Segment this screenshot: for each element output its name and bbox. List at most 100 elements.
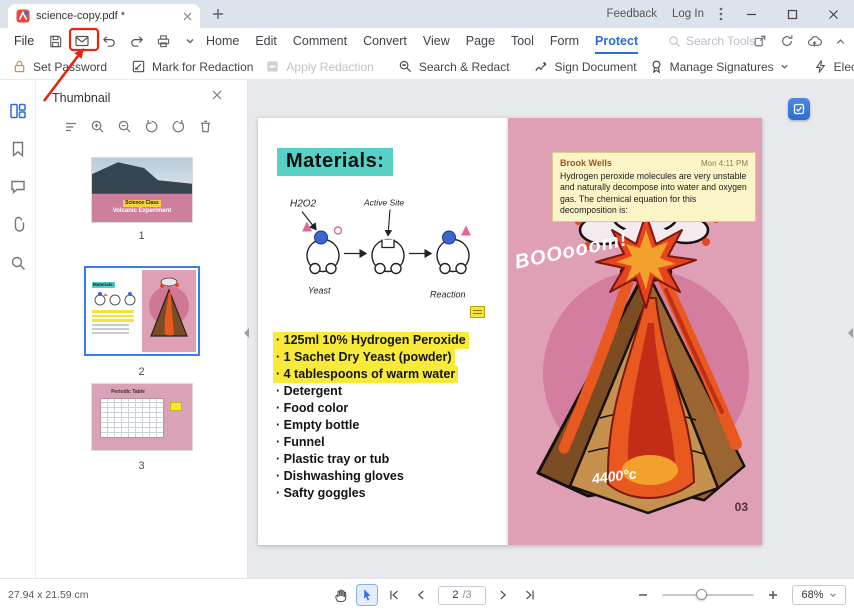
- zoom-level-dropdown[interactable]: 68%: [792, 585, 846, 605]
- tab-view[interactable]: View: [423, 28, 450, 54]
- floating-widget-icon[interactable]: [788, 98, 810, 120]
- attachment-icon[interactable]: [9, 216, 27, 234]
- mini-volcano-page: [142, 270, 196, 352]
- tab-home[interactable]: Home: [206, 28, 239, 54]
- collapse-ribbon-icon[interactable]: [835, 36, 846, 47]
- zoom-out-thumbnail-icon[interactable]: [116, 118, 133, 135]
- mark-for-redaction-button[interactable]: Mark for Redaction: [131, 59, 253, 74]
- more-menu-icon[interactable]: [719, 7, 723, 21]
- mini-text-line: [92, 324, 129, 326]
- document-page-right[interactable]: Brook Wells Mon 4:11 PM Hydrogen peroxid…: [508, 118, 762, 545]
- delete-page-icon[interactable]: [197, 118, 214, 135]
- page-number-input[interactable]: 2 /3: [438, 586, 486, 605]
- sidebar-rail: [0, 80, 36, 578]
- tab-edit[interactable]: Edit: [255, 28, 277, 54]
- print-icon[interactable]: [154, 32, 172, 50]
- titlebar: science-copy.pdf * Feedback Log In: [0, 0, 854, 28]
- collapse-right-panel-handle[interactable]: [845, 322, 854, 344]
- rotate-left-icon[interactable]: [143, 118, 160, 135]
- email-icon[interactable]: [73, 32, 91, 50]
- document-canvas[interactable]: Materials: H2O2: [248, 80, 854, 578]
- materials-list: · 125ml 10% Hydrogen Peroxide · 1 Sachet…: [276, 332, 501, 502]
- sign-document-button[interactable]: Sign Document: [534, 59, 637, 74]
- cloud-upload-icon[interactable]: [807, 34, 822, 49]
- page-thumbnail-2-selected[interactable]: Materials:: [84, 266, 200, 356]
- sticky-note-annotation-icon[interactable]: [470, 306, 485, 318]
- previous-page-icon[interactable]: [411, 585, 431, 605]
- materials-title: Materials:: [277, 148, 393, 176]
- undo-icon[interactable]: [100, 32, 118, 50]
- apply-redaction-icon: [265, 59, 280, 74]
- maximize-button[interactable]: [779, 0, 805, 28]
- rotate-right-icon[interactable]: [170, 118, 187, 135]
- file-menu[interactable]: File: [14, 28, 34, 54]
- close-tab-icon[interactable]: [183, 12, 192, 21]
- set-password-button[interactable]: Set Password: [12, 59, 107, 74]
- electronic-signature-button[interactable]: Elec: [813, 59, 854, 74]
- diagram-yeast-label: Yeast: [308, 286, 331, 296]
- apply-redaction-button[interactable]: Apply Redaction: [265, 59, 373, 74]
- tab-tool[interactable]: Tool: [511, 28, 534, 54]
- document-tab[interactable]: science-copy.pdf *: [8, 4, 200, 28]
- document-page-left[interactable]: Materials: H2O2: [258, 118, 508, 545]
- bookmarks-icon[interactable]: [9, 140, 27, 158]
- status-bar: 27.94 x 21.59 cm 2 /3: [0, 578, 854, 610]
- quick-access-toolbar: [46, 28, 199, 54]
- next-page-icon[interactable]: [493, 585, 513, 605]
- tab-form[interactable]: Form: [550, 28, 579, 54]
- page-thumbnail-1[interactable]: Science Class Volcanic Experiment: [92, 158, 192, 222]
- thumbnail-panel-icon[interactable]: [9, 102, 27, 120]
- close-panel-icon[interactable]: [212, 90, 222, 100]
- list-item: · Dishwashing gloves: [276, 468, 501, 485]
- cover-line2: Volcanic Experiment: [113, 208, 172, 215]
- total-pages: /3: [462, 589, 471, 601]
- list-item: · Detergent: [276, 383, 501, 400]
- search-panel-icon[interactable]: [9, 254, 27, 272]
- first-page-icon[interactable]: [384, 585, 404, 605]
- feedback-link[interactable]: Feedback: [607, 8, 658, 20]
- zoom-out-icon[interactable]: [633, 585, 653, 605]
- list-item-highlighted: · 1 Sachet Dry Yeast (powder): [276, 349, 501, 366]
- page-number-label: 1: [36, 230, 247, 242]
- tab-convert[interactable]: Convert: [363, 28, 407, 54]
- page-dimensions: 27.94 x 21.59 cm: [8, 589, 89, 601]
- select-tool-icon[interactable]: [357, 585, 377, 605]
- save-icon[interactable]: [46, 32, 64, 50]
- zoom-in-thumbnail-icon[interactable]: [89, 118, 106, 135]
- hand-tool-icon[interactable]: [330, 585, 350, 605]
- collapse-left-panel-handle[interactable]: [241, 322, 251, 344]
- search-tools[interactable]: Search Tools: [668, 28, 755, 54]
- comment-note[interactable]: Brook Wells Mon 4:11 PM Hydrogen peroxid…: [552, 152, 756, 222]
- login-link[interactable]: Log In: [672, 8, 704, 20]
- list-item: · Plastic tray or tub: [276, 451, 501, 468]
- sign-document-label: Sign Document: [555, 60, 637, 74]
- diagram-reaction-label: Reaction: [430, 290, 466, 300]
- page-thumbnail-3[interactable]: Periodic Table: [92, 384, 192, 450]
- new-tab-button[interactable]: [210, 6, 226, 22]
- ribbon-tabs: Home Edit Comment Convert View Page Tool…: [206, 28, 638, 54]
- search-redact-button[interactable]: Search & Redact: [398, 59, 510, 74]
- note-timestamp: Mon 4:11 PM: [701, 159, 748, 168]
- mini-highlight-line: [92, 315, 134, 318]
- lightning-icon: [813, 59, 828, 74]
- thumbnail-toolbar: [62, 118, 214, 135]
- manage-signatures-button[interactable]: Manage Signatures: [649, 59, 789, 74]
- tab-protect[interactable]: Protect: [595, 28, 638, 54]
- pdf-app-icon: [16, 9, 30, 23]
- zoom-slider-thumb[interactable]: [696, 589, 707, 600]
- sync-icon[interactable]: [780, 34, 794, 48]
- quick-access-more-icon[interactable]: [181, 32, 199, 50]
- comments-icon[interactable]: [9, 178, 27, 196]
- thumbnail-options-icon[interactable]: [62, 118, 79, 135]
- minimize-button[interactable]: [738, 0, 764, 28]
- diagram-formula-label: H2O2: [290, 199, 317, 210]
- zoom-in-icon[interactable]: [763, 585, 783, 605]
- close-window-button[interactable]: [820, 0, 846, 28]
- tab-comment[interactable]: Comment: [293, 28, 347, 54]
- share-icon[interactable]: [753, 34, 767, 48]
- zoom-slider[interactable]: [662, 588, 754, 602]
- tab-page[interactable]: Page: [466, 28, 495, 54]
- redo-icon[interactable]: [127, 32, 145, 50]
- page-navigation: 2 /3: [330, 579, 540, 610]
- last-page-icon[interactable]: [520, 585, 540, 605]
